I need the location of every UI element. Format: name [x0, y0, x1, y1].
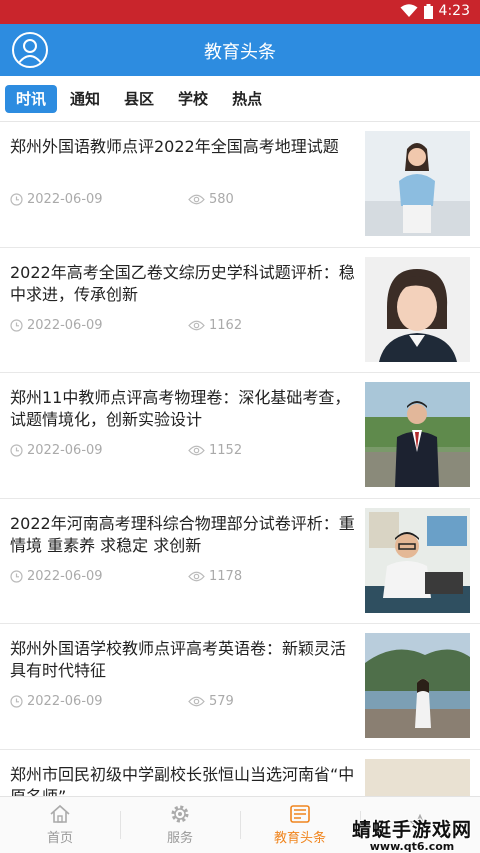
article-views: 580 [188, 192, 234, 207]
list-item[interactable]: 2022年高考全国乙卷文综历史学科试题评析：稳中求进，传承创新 2022-06-… [0, 247, 480, 373]
nav-home-label: 首页 [46, 831, 73, 846]
nav-services[interactable]: 服务 [120, 797, 240, 853]
status-bar: 4:23 [0, 0, 480, 24]
wifi-icon [400, 4, 418, 17]
article-date-text: 2022-06-09 [27, 568, 103, 584]
article-date: 2022-06-09 [10, 694, 188, 709]
watermark: 蜻蜓手游戏网 www.qt6.com [352, 815, 473, 853]
article-meta: 2022-06-09 1152 [10, 443, 242, 458]
article-date-text: 2022-06-09 [27, 192, 103, 207]
article-title: 郑州外国语学校教师点评高考英语卷：新颖灵活具有时代特征 [10, 639, 347, 680]
eye-icon [188, 571, 205, 581]
article-views: 1152 [188, 443, 242, 458]
article-title: 郑州外国语教师点评2022年全国高考地理试题 [10, 137, 339, 156]
article-title: 郑州市回民初级中学副校长张恒山当选河南省“中原名师” [10, 764, 355, 797]
article-thumbnail[interactable] [365, 507, 470, 613]
article-list: 郑州外国语教师点评2022年全国高考地理试题 2022-06-09 580 20… [0, 122, 480, 796]
article-date-text: 2022-06-09 [27, 694, 103, 709]
nav-headlines-label: 教育头条 [273, 831, 326, 846]
news-icon [290, 805, 310, 823]
article-views-text: 1162 [209, 317, 243, 333]
article-thumbnail[interactable] [365, 256, 470, 362]
article-meta: 2022-06-09 579 [10, 694, 234, 709]
tab-schools[interactable]: 学校 [167, 85, 219, 113]
page-title: 教育头条 [204, 42, 276, 63]
article-views-text: 1152 [209, 443, 243, 458]
article-views-text: 580 [209, 192, 234, 207]
watermark-url: www.qt6.com [369, 840, 455, 853]
eye-icon [188, 445, 205, 456]
article-date: 2022-06-09 [10, 192, 188, 207]
article-date: 2022-06-09 [10, 443, 188, 458]
nav-headlines[interactable]: 教育头条 [240, 797, 360, 853]
article-views: 1162 [188, 318, 242, 333]
article-views-text: 1178 [209, 568, 243, 584]
article-thumbnail[interactable] [365, 131, 470, 236]
clock-icon [10, 193, 23, 206]
list-item[interactable]: 郑州外国语教师点评2022年全国高考地理试题 2022-06-09 580 [0, 122, 480, 248]
list-item[interactable]: 郑州市回民初级中学副校长张恒山当选河南省“中原名师” [0, 749, 480, 797]
eye-icon [188, 320, 205, 330]
tab-hot[interactable]: 热点 [221, 85, 273, 113]
list-item[interactable]: 2022年河南高考理科综合物理部分试卷评析：重情境 重素养 求稳定 求创新 20… [0, 498, 480, 624]
battery-icon [423, 3, 433, 19]
list-item[interactable]: 郑州11中教师点评高考物理卷：深化基础考查，试题情境化，创新实验设计 2022-… [0, 373, 480, 499]
article-title: 2022年河南高考理科综合物理部分试卷评析：重情境 重素养 求稳定 求创新 [10, 513, 355, 555]
article-date: 2022-06-09 [10, 318, 188, 333]
home-icon [50, 804, 70, 823]
eye-icon [188, 194, 205, 205]
article-views-text: 579 [209, 694, 234, 709]
article-views: 1178 [188, 569, 242, 584]
clock-icon [10, 569, 23, 583]
gear-icon [171, 805, 189, 823]
tab-notices[interactable]: 通知 [59, 85, 111, 113]
tab-news[interactable]: 时讯 [5, 84, 58, 113]
clock-icon [10, 318, 23, 332]
nav-services-label: 服务 [166, 831, 193, 846]
article-date-text: 2022-06-09 [27, 443, 103, 458]
clock-icon [10, 444, 23, 457]
article-views: 579 [188, 694, 234, 709]
watermark-text: 蜻蜓手游戏网 [352, 819, 473, 841]
article-date-text: 2022-06-09 [27, 317, 103, 333]
clock-icon [10, 695, 23, 708]
app-bar: 教育头条 [0, 24, 480, 76]
tab-districts[interactable]: 县区 [113, 85, 165, 113]
status-time: 4:23 [438, 3, 470, 19]
article-title: 2022年高考全国乙卷文综历史学科试题评析：稳中求进，传承创新 [10, 262, 355, 304]
list-item[interactable]: 郑州外国语学校教师点评高考英语卷：新颖灵活具有时代特征 2022-06-09 5… [0, 624, 480, 750]
nav-home[interactable]: 首页 [0, 797, 120, 853]
article-thumbnail[interactable] [365, 758, 470, 796]
article-meta: 2022-06-09 1162 [10, 318, 242, 333]
article-title: 郑州11中教师点评高考物理卷：深化基础考查，试题情境化，创新实验设计 [10, 388, 351, 429]
eye-icon [188, 696, 205, 707]
status-icons: 4:23 [400, 3, 470, 19]
article-meta: 2022-06-09 1178 [10, 569, 242, 584]
article-thumbnail[interactable] [365, 633, 470, 738]
category-tabs: 时讯 通知 县区 学校 热点 [0, 76, 480, 122]
article-meta: 2022-06-09 580 [10, 192, 234, 207]
article-date: 2022-06-09 [10, 569, 188, 584]
article-thumbnail[interactable] [365, 382, 470, 487]
